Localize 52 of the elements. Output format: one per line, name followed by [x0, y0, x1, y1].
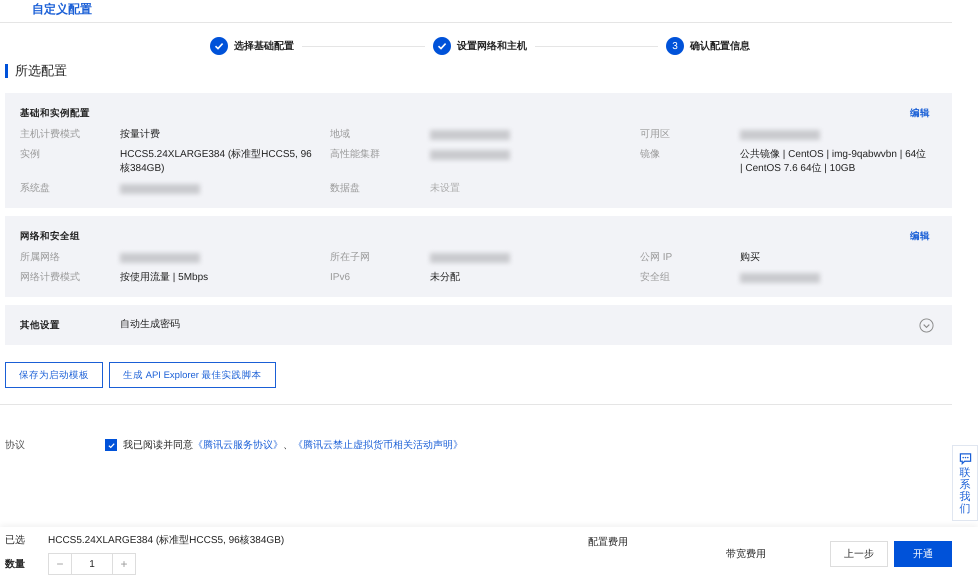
field-value: 购买	[740, 251, 761, 265]
accent-bar	[5, 64, 8, 78]
field-value: 自动生成密码	[120, 318, 181, 332]
selected-value: HCCS5.24XLARGE384 (标准型HCCS5, 96核384GB)	[48, 534, 284, 547]
chevron-icon[interactable]	[919, 318, 934, 332]
section-title: 所选配置	[15, 62, 67, 80]
action-button[interactable]: 生成 API Explorer 最佳实践脚本	[109, 362, 276, 388]
panel-title: 其他设置	[20, 318, 61, 332]
field-label: 主机计费模式	[20, 128, 81, 142]
fee-label: 带宽费用	[726, 548, 766, 561]
agreement-link[interactable]: 《腾讯云服务协议》	[193, 440, 283, 451]
field-label: 实例	[20, 148, 41, 162]
contact-button[interactable]: 联系我们	[952, 445, 978, 521]
field-label: 高性能集群	[330, 148, 381, 162]
field-label: 系统盘	[20, 182, 51, 196]
field-value: 按量计费	[120, 128, 161, 142]
field-label: IPv6	[330, 271, 352, 285]
field-label: 已选	[5, 534, 26, 547]
field-value: 未设置	[430, 182, 461, 196]
field-label: 安全组	[640, 271, 671, 285]
field-label: 网络计费模式	[20, 271, 81, 285]
field-value: 公共镜像 | CentOS | img-9qabwvbn | 64位 | CentOS 7.6 64位 | 10GB	[740, 148, 928, 176]
field-label: 数据盘	[330, 182, 361, 196]
checkbox[interactable]	[105, 439, 117, 451]
agreement-text: 我已阅读并同意《腾讯云服务协议》、《腾讯云禁止虚拟货币相关活动声明》	[123, 438, 463, 452]
field-label: 所在子网	[330, 251, 371, 265]
field-label: 公网 IP	[640, 251, 674, 265]
field-value: 未分配	[430, 271, 461, 285]
field-value: 按使用流量 | 5Mbps	[120, 271, 210, 285]
field-label: 数量	[5, 558, 26, 571]
chat-icon	[958, 452, 972, 465]
field-label: 镜像	[640, 148, 661, 162]
edit-link[interactable]: 编辑	[910, 230, 930, 243]
fee-label: 配置费用	[588, 536, 628, 550]
step-label: 设置网络和主机	[457, 39, 527, 53]
field-label: 地域	[330, 128, 351, 142]
page-tab[interactable]: 自定义配置	[32, 0, 92, 17]
submit-button[interactable]: 开通	[894, 541, 952, 567]
back-button[interactable]: 上一步	[830, 541, 888, 567]
step-label: 选择基础配置	[234, 40, 294, 53]
field-label: 可用区	[640, 128, 671, 142]
agreement-link[interactable]: 《腾讯云禁止虚拟货币相关活动声明》	[293, 440, 463, 451]
panel-title: 基础和实例配置	[20, 107, 90, 120]
field-label: 协议	[5, 438, 26, 452]
panel-title: 网络和安全组	[20, 230, 80, 243]
action-button[interactable]: 保存为启动模板	[5, 362, 103, 388]
field-label: 所属网络	[20, 251, 61, 265]
null	[106, 440, 116, 450]
step-label: 确认配置信息	[690, 40, 750, 53]
field-value: HCCS5.24XLARGE384 (标准型HCCS5, 96核384GB)	[120, 148, 313, 176]
edit-link[interactable]: 编辑	[910, 107, 930, 120]
step-number-circle: 3	[666, 37, 684, 55]
